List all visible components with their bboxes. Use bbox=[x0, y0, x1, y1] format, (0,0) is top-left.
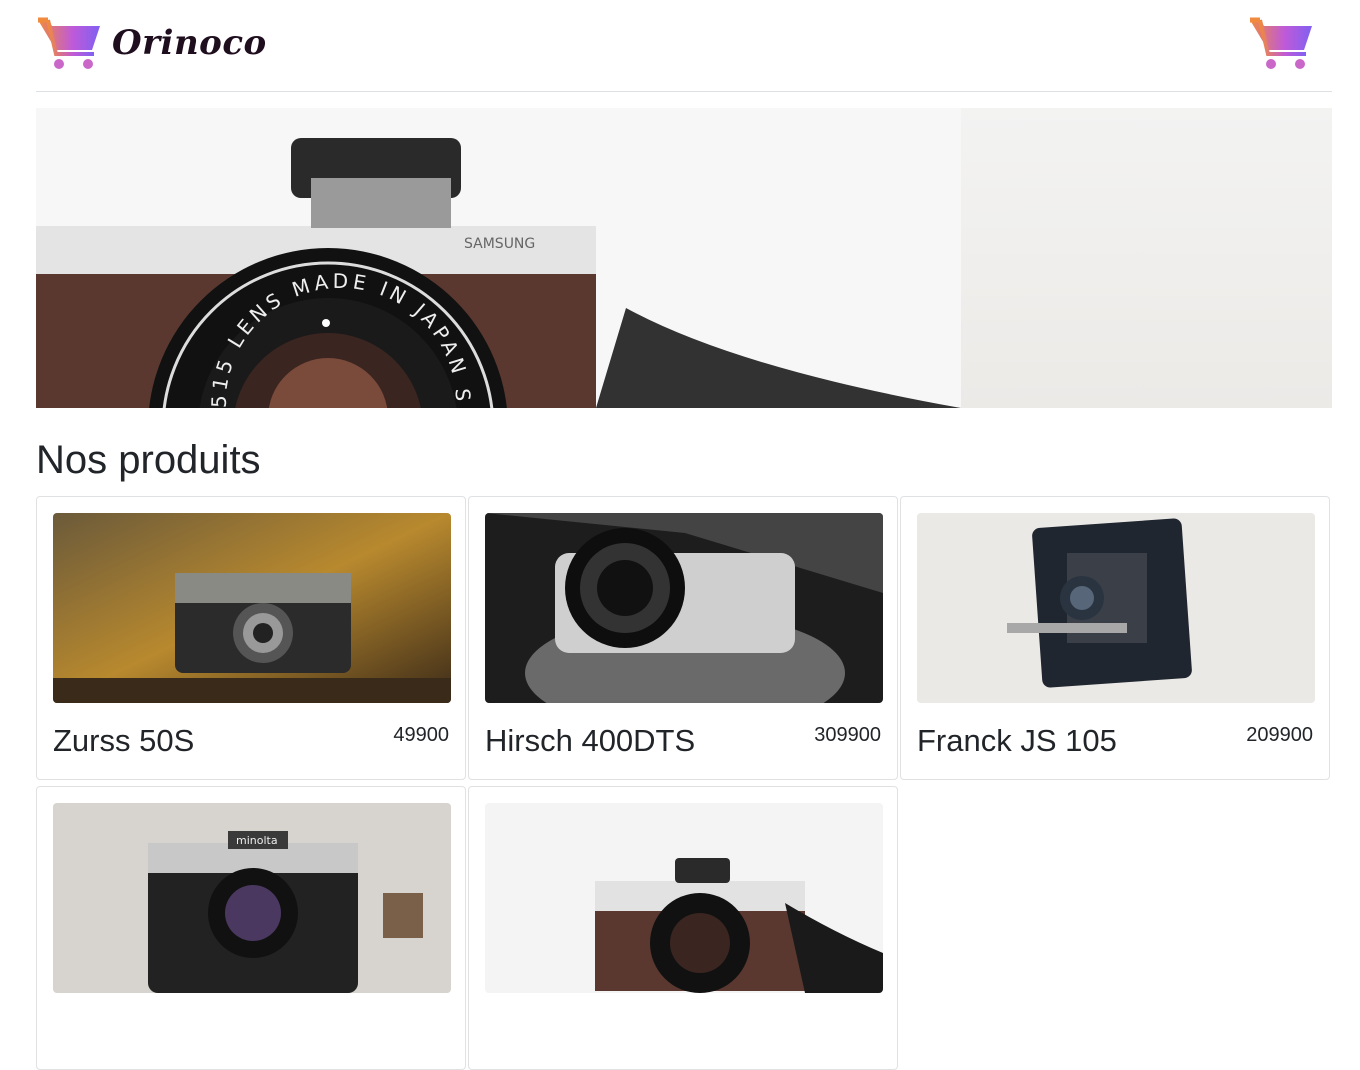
svg-text:SAMSUNG: SAMSUNG bbox=[464, 236, 535, 252]
product-price: 209900 bbox=[1246, 724, 1313, 746]
product-card[interactable] bbox=[468, 786, 898, 1070]
home-logo-link[interactable]: Orinoco bbox=[36, 14, 267, 72]
svg-text:minolta: minolta bbox=[236, 834, 278, 847]
product-image bbox=[485, 513, 883, 703]
product-card[interactable]: Zurss 50S 49900 bbox=[36, 496, 466, 780]
shopping-cart-icon bbox=[38, 17, 100, 69]
product-image bbox=[917, 513, 1315, 703]
product-price: 309900 bbox=[814, 724, 881, 746]
banner-next-slide bbox=[961, 108, 1332, 408]
product-card[interactable]: Hirsch 400DTS 309900 bbox=[468, 496, 898, 780]
product-price: 49900 bbox=[393, 724, 449, 746]
shopping-cart-icon bbox=[1250, 17, 1312, 69]
product-card[interactable]: minolta bbox=[36, 786, 466, 1070]
brand-name: Orinoco bbox=[112, 23, 267, 63]
section-title: Nos produits bbox=[36, 438, 261, 482]
product-name: Zurss 50S bbox=[53, 723, 195, 758]
hero-banner: SAMSUNG 515 LENS MADE IN JAPAN SEARS bbox=[36, 108, 1332, 408]
product-name: Franck JS 105 bbox=[917, 723, 1117, 758]
product-image bbox=[485, 803, 883, 993]
banner-camera-image: SAMSUNG 515 LENS MADE IN JAPAN SEARS bbox=[36, 108, 961, 408]
site-header: Orinoco bbox=[36, 0, 1332, 92]
cart-button[interactable] bbox=[1248, 14, 1314, 72]
product-name: Hirsch 400DTS bbox=[485, 723, 696, 758]
product-image: minolta bbox=[53, 803, 451, 993]
product-image bbox=[53, 513, 451, 703]
product-card[interactable]: Franck JS 105 209900 bbox=[900, 496, 1330, 780]
